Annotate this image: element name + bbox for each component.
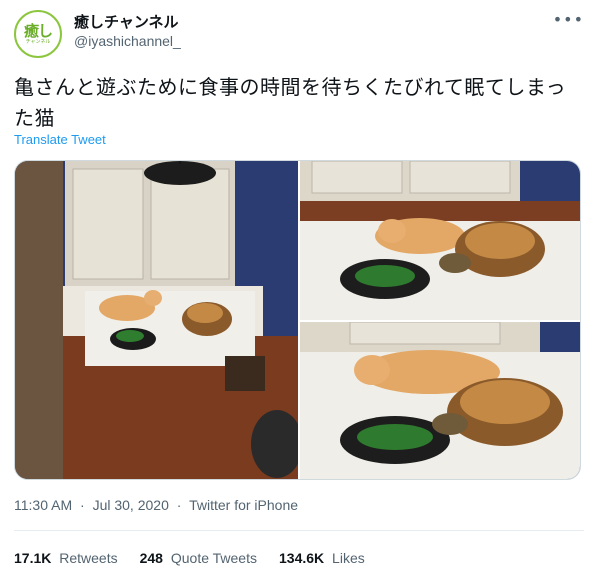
photo-cat-tortoise-close[interactable] xyxy=(300,161,580,320)
tweet-time[interactable]: 11:30 AM xyxy=(14,497,72,513)
photo-cat-tortoise-close-image xyxy=(300,161,580,320)
photo-cat-tortoise-wide[interactable] xyxy=(15,161,298,479)
meta-separator: · xyxy=(80,497,85,513)
likes-stat[interactable]: 134.6K Likes xyxy=(279,550,365,566)
quote-tweets-stat[interactable]: 248 Quote Tweets xyxy=(140,550,257,566)
retweets-count: 17.1K xyxy=(14,550,52,566)
tweet-text: 亀さんと遊ぶために食事の時間を待ちくたびれて眠てしまった猫 xyxy=(14,75,567,130)
quote-tweets-count: 248 xyxy=(139,550,163,566)
retweets-stat[interactable]: 17.1K Retweets xyxy=(14,550,118,566)
media-grid xyxy=(14,160,581,480)
retweets-label: Retweets xyxy=(59,550,118,566)
likes-count: 134.6K xyxy=(279,550,325,566)
likes-label: Likes xyxy=(332,550,365,566)
more-icon[interactable]: ••• xyxy=(553,10,584,29)
user-handle[interactable]: @iyashichannel_ xyxy=(74,33,181,49)
tweet-meta: 11:30 AM · Jul 30, 2020 · Twitter for iP… xyxy=(14,497,302,513)
quote-tweets-label: Quote Tweets xyxy=(170,550,257,566)
tweet-source[interactable]: Twitter for iPhone xyxy=(189,497,298,513)
tweet-stats: 17.1K Retweets 248 Quote Tweets 134.6K L… xyxy=(14,550,365,566)
divider xyxy=(14,530,584,531)
meta-separator: · xyxy=(176,497,182,513)
tweet-date[interactable]: Jul 30, 2020 xyxy=(93,497,169,513)
photo-cat-tortoise-wide-image xyxy=(15,161,298,479)
display-name[interactable]: 癒しチャンネル xyxy=(74,11,179,32)
photo-cat-sleeping[interactable] xyxy=(300,322,580,479)
photo-cat-sleeping-image xyxy=(300,322,580,479)
avatar[interactable]: 癒し チャンネル xyxy=(14,10,62,58)
avatar-logo-subtext: チャンネル xyxy=(25,39,51,45)
tweet-card: 癒し チャンネル 癒しチャンネル @iyashichannel_ ••• 亀さん… xyxy=(0,0,598,583)
translate-tweet-link[interactable]: Translate Tweet xyxy=(14,132,106,147)
avatar-logo-text: 癒し xyxy=(23,22,53,40)
